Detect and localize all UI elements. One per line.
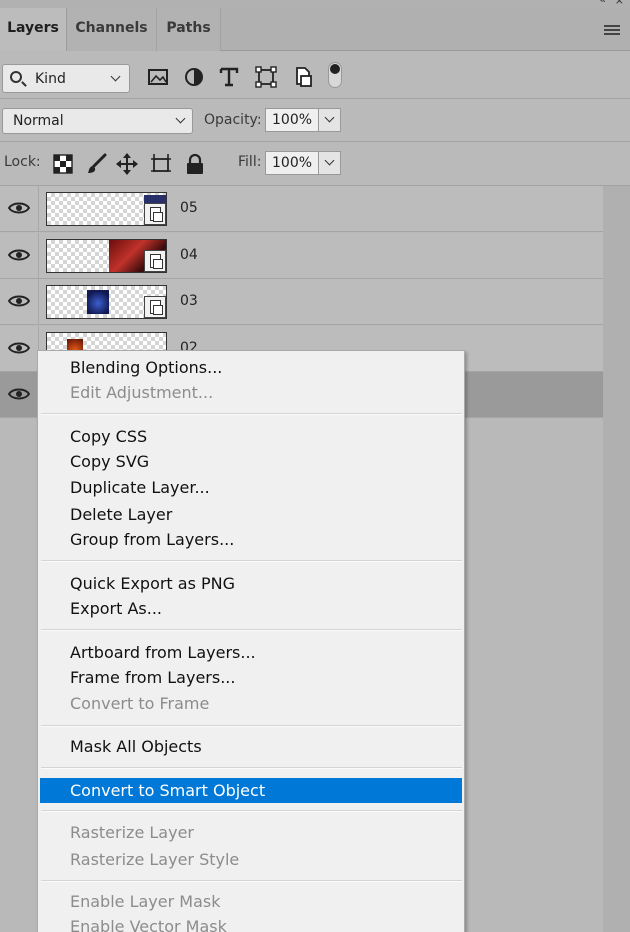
eye-icon[interactable] <box>8 248 30 262</box>
lock-position-icon[interactable] <box>116 153 138 175</box>
smart-object-badge-icon <box>144 203 166 225</box>
layer-row[interactable]: 03 <box>0 279 603 325</box>
search-icon <box>10 71 22 83</box>
smart-object-badge-icon <box>144 250 166 272</box>
chevron-down-icon <box>175 113 186 124</box>
visibility-column <box>0 186 39 232</box>
menu-item-rasterize-layer: Rasterize Layer <box>70 823 194 842</box>
lock-transparent-pixels-icon[interactable] <box>52 153 74 175</box>
layer-row[interactable]: 04 <box>0 233 603 279</box>
lock-artboard-icon[interactable] <box>150 153 172 175</box>
close-panel-icon[interactable]: × <box>615 0 624 7</box>
menu-separator <box>41 810 462 812</box>
lock-all-icon[interactable] <box>184 153 206 175</box>
visibility-column <box>0 233 39 279</box>
menu-separator <box>41 629 462 631</box>
smart-object-filter-icon[interactable] <box>292 66 314 88</box>
layer-name: 04 <box>180 247 198 263</box>
menu-item-blending-options[interactable]: Blending Options... <box>40 355 462 380</box>
blend-mode-value: Normal <box>13 113 64 129</box>
lock-row: Lock: Fill: 100% <box>0 143 630 186</box>
menu-separator <box>41 560 462 562</box>
menu-item-mask-all-objects[interactable]: Mask All Objects <box>40 734 462 759</box>
fill-dropdown[interactable] <box>319 151 341 175</box>
menu-separator <box>41 725 462 727</box>
menu-item-group-from-layers[interactable]: Group from Layers... <box>40 527 462 552</box>
layer-context-menu: Blending Options... Edit Adjustment... C… <box>37 350 465 932</box>
lock-label: Lock: <box>4 154 41 170</box>
adjustment-filter-icon[interactable] <box>183 66 205 88</box>
layer-thumbnail-image <box>87 290 109 314</box>
eye-icon[interactable] <box>8 201 30 215</box>
menu-item-convert-to-frame: Convert to Frame <box>70 694 210 713</box>
tab-channels[interactable]: Channels <box>67 8 157 51</box>
fill-field[interactable]: 100% <box>265 151 319 175</box>
opacity-dropdown[interactable] <box>319 108 341 132</box>
layer-thumbnail <box>46 239 167 273</box>
menu-item-convert-to-smart-object[interactable]: Convert to Smart Object <box>40 778 462 803</box>
opacity-field[interactable]: 100% <box>265 108 319 132</box>
filter-toggle-icon[interactable] <box>328 62 342 88</box>
eye-icon[interactable] <box>8 387 30 401</box>
layer-name: 05 <box>180 200 198 216</box>
kind-filter-label: Kind <box>35 71 66 87</box>
type-filter-icon[interactable] <box>218 66 240 88</box>
menu-separator <box>41 767 462 769</box>
chevron-down-icon <box>110 71 121 82</box>
visibility-column <box>0 279 39 325</box>
layers-scrollbar[interactable] <box>603 186 630 932</box>
layer-thumbnail <box>46 192 167 226</box>
lock-image-pixels-icon[interactable] <box>86 153 108 175</box>
kind-filter-select[interactable]: Kind <box>2 64 130 93</box>
menu-item-frame-from-layers[interactable]: Frame from Layers... <box>40 665 462 690</box>
visibility-column <box>0 372 39 418</box>
panel-tab-bar: Layers Channels Paths <box>0 8 630 51</box>
layer-name: 03 <box>180 293 198 309</box>
shape-filter-icon[interactable] <box>255 66 277 88</box>
smart-object-badge-icon <box>144 296 166 318</box>
menu-item-quick-export-png[interactable]: Quick Export as PNG <box>40 571 462 596</box>
panel-top-strip: « × <box>0 0 630 8</box>
tab-label: Layers <box>7 20 59 36</box>
fill-label: Fill: <box>238 154 262 170</box>
panel-menu-icon[interactable] <box>604 25 620 37</box>
chevron-down-icon <box>324 112 335 123</box>
blend-mode-select[interactable]: Normal <box>2 108 193 134</box>
menu-item-delete-layer[interactable]: Delete Layer <box>40 502 462 527</box>
menu-separator <box>41 413 462 415</box>
chevron-down-icon <box>324 155 335 166</box>
tab-layers[interactable]: Layers <box>0 8 67 51</box>
menu-item-artboard-from-layers[interactable]: Artboard from Layers... <box>40 640 462 665</box>
menu-item-copy-svg[interactable]: Copy SVG <box>40 449 462 474</box>
menu-item-copy-css[interactable]: Copy CSS <box>40 424 462 449</box>
menu-item-enable-layer-mask: Enable Layer Mask <box>70 892 221 911</box>
filter-row: Kind <box>0 52 630 99</box>
image-filter-icon[interactable] <box>147 66 169 88</box>
eye-icon[interactable] <box>8 341 30 355</box>
visibility-column <box>0 326 39 372</box>
collapse-panel-icon[interactable]: « <box>599 0 606 6</box>
menu-item-rasterize-layer-style: Rasterize Layer Style <box>70 850 240 869</box>
blend-row: Normal Opacity: 100% <box>0 100 630 142</box>
tab-label: Paths <box>166 20 211 36</box>
layer-row[interactable]: 05 <box>0 186 603 232</box>
tab-label: Channels <box>75 20 148 36</box>
tab-paths[interactable]: Paths <box>157 8 221 51</box>
menu-item-export-as[interactable]: Export As... <box>40 596 462 621</box>
layer-thumbnail <box>46 285 167 319</box>
menu-item-duplicate-layer[interactable]: Duplicate Layer... <box>40 475 462 500</box>
opacity-label: Opacity: <box>204 112 262 128</box>
menu-item-edit-adjustment: Edit Adjustment... <box>70 383 214 402</box>
menu-separator <box>41 880 462 882</box>
eye-icon[interactable] <box>8 294 30 308</box>
menu-item-enable-vector-mask: Enable Vector Mask <box>70 917 227 932</box>
